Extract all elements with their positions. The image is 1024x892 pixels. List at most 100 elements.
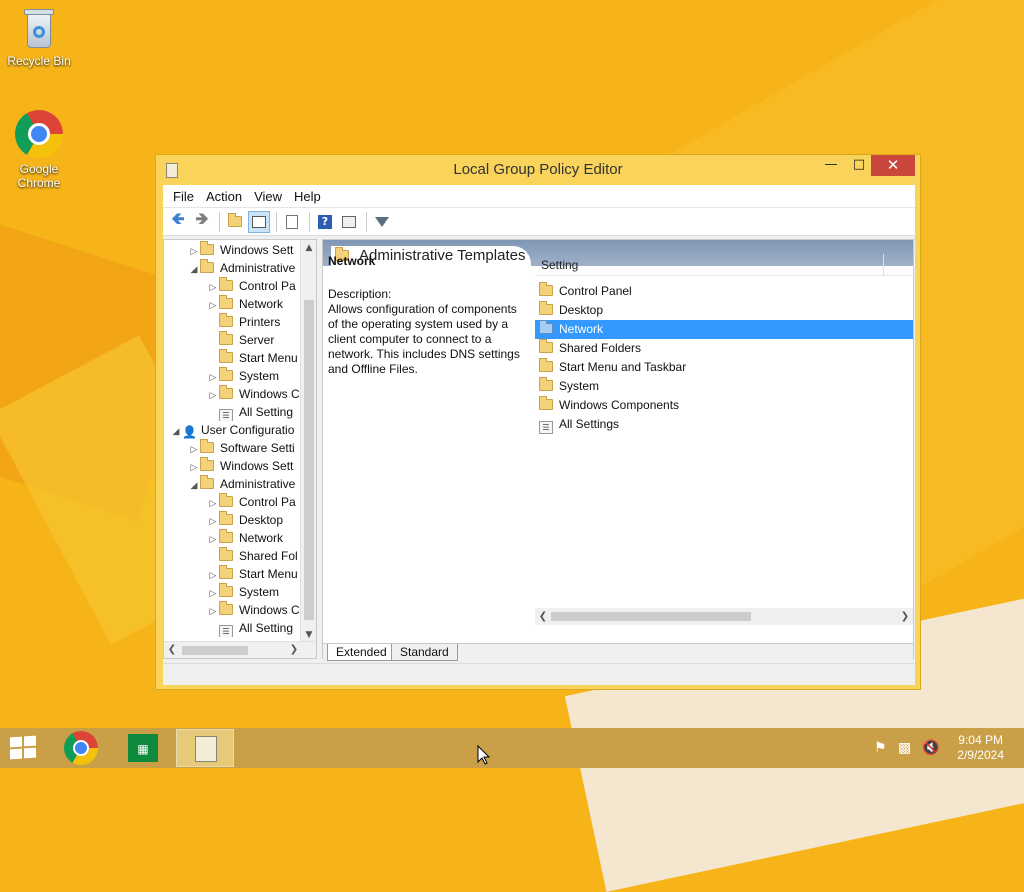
list-item-selected[interactable]: Network: [535, 320, 913, 339]
close-button[interactable]: ✕: [871, 155, 915, 176]
folder-icon: [539, 339, 553, 353]
expand-arrow-icon[interactable]: ▷: [207, 602, 219, 619]
start-button[interactable]: [10, 735, 38, 760]
help-icon[interactable]: ?: [314, 211, 336, 233]
scroll-right-icon[interactable]: ❯: [897, 608, 913, 625]
tree-item[interactable]: ◢ 👤 User Configuratio: [170, 421, 310, 439]
list-item[interactable]: Start Menu and Taskbar: [535, 358, 913, 377]
up-folder-icon[interactable]: [224, 211, 246, 233]
expand-arrow-icon[interactable]: ▷: [207, 296, 219, 313]
folder-icon: [200, 457, 214, 471]
list-item-label: Control Panel: [559, 284, 632, 298]
expand-arrow-icon[interactable]: ◢: [170, 422, 182, 439]
tree-item[interactable]: ◢ Administrative: [188, 259, 316, 277]
scroll-left-icon[interactable]: ❮: [164, 642, 180, 658]
expand-arrow-icon[interactable]: ▷: [207, 494, 219, 511]
list-item[interactable]: System: [535, 377, 913, 396]
description-text: Allows configuration of components of th…: [328, 302, 520, 376]
expand-arrow-icon[interactable]: ▷: [188, 458, 200, 475]
expand-arrow-icon[interactable]: ▷: [207, 584, 219, 601]
menu-help[interactable]: Help: [288, 189, 327, 204]
tree-item-label: System: [239, 585, 280, 599]
list-item-label: All Settings: [559, 417, 620, 431]
expand-arrow-icon[interactable]: ▷: [207, 386, 219, 403]
tree-item-label: Administrative: [220, 261, 296, 275]
export-list-icon[interactable]: [281, 211, 303, 233]
description-panel: Network Description: Allows configuratio…: [328, 254, 528, 377]
folder-icon: [539, 396, 553, 410]
scroll-left-icon[interactable]: ❮: [535, 608, 551, 625]
folder-icon: [219, 565, 233, 579]
expand-arrow-icon[interactable]: ▷: [207, 566, 219, 583]
taskbar-store-icon[interactable]: ▦: [128, 734, 158, 762]
folder-icon: [539, 282, 553, 296]
list-item[interactable]: Windows Components: [535, 396, 913, 415]
taskbar-group-policy-editor[interactable]: [176, 729, 234, 767]
folder-icon: [219, 277, 233, 291]
scroll-thumb[interactable]: [304, 300, 314, 620]
scroll-thumb[interactable]: [551, 612, 751, 621]
scroll-right-icon[interactable]: ❯: [286, 642, 302, 658]
all-settings-icon: ☰: [539, 421, 553, 434]
console-tree[interactable]: ▷ Windows Sett ◢ Administrative ▷ Control P…: [163, 239, 317, 659]
folder-icon: [219, 583, 233, 597]
window-title: Local Group Policy Editor: [453, 161, 623, 178]
expand-arrow-icon[interactable]: ▷: [207, 278, 219, 295]
settings-list[interactable]: Setting Control Panel Desktop Network Sh…: [535, 254, 913, 434]
show-hide-tree-icon[interactable]: [248, 210, 270, 233]
desktop-icon-recycle-bin[interactable]: Recycle Bin: [1, 6, 77, 68]
tree-item-label: Network: [239, 531, 284, 545]
expand-arrow-icon[interactable]: ▷: [207, 368, 219, 385]
tree-item[interactable]: ▷ Windows Sett: [188, 457, 316, 475]
expand-arrow-icon[interactable]: ▷: [207, 530, 219, 547]
menu-action[interactable]: Action: [200, 189, 248, 204]
toolbar: 🡸 🡺 ?: [163, 208, 915, 236]
details-pane: Administrative Templates Network Descrip…: [322, 239, 914, 661]
menu-file[interactable]: File: [167, 189, 200, 204]
taskbar-chrome-icon[interactable]: [64, 731, 98, 765]
minimize-button[interactable]: —: [818, 155, 844, 176]
tree-horizontal-scrollbar[interactable]: ❮ ❯: [164, 641, 316, 658]
window-client-area: File Action View Help 🡸 🡺 ? ▷ Windows Set…: [163, 185, 915, 685]
recycle-bin-icon: [21, 6, 57, 50]
expand-arrow-icon[interactable]: ▷: [207, 512, 219, 529]
list-item[interactable]: ☰ All Settings: [535, 415, 913, 434]
tree-item[interactable]: ▷ Software Setti: [188, 439, 316, 457]
expand-arrow-icon[interactable]: ▷: [188, 242, 200, 259]
expand-arrow-icon[interactable]: ◢: [188, 476, 200, 493]
tree-item[interactable]: ▷ Windows Sett: [188, 241, 316, 259]
flag-icon[interactable]: ⚑: [874, 740, 887, 756]
list-item[interactable]: Control Panel: [535, 282, 913, 301]
tree-item-label: Windows C: [239, 387, 300, 401]
tree-item[interactable]: ◢ Administrative: [188, 475, 316, 493]
filter-icon[interactable]: [371, 211, 393, 233]
list-item[interactable]: Shared Folders: [535, 339, 913, 358]
list-item-label: Windows Components: [559, 398, 680, 412]
column-header-setting[interactable]: Setting: [535, 254, 913, 276]
maximize-button[interactable]: □: [846, 155, 872, 176]
scroll-up-icon[interactable]: ▲: [301, 240, 316, 256]
forward-icon[interactable]: 🡺: [191, 209, 213, 233]
volume-muted-icon[interactable]: 🔇: [922, 740, 939, 756]
title-bar[interactable]: Local Group Policy Editor — □ ✕: [156, 155, 920, 185]
network-icon[interactable]: ▩: [898, 740, 911, 756]
desktop-icon-chrome[interactable]: Google Chrome: [1, 110, 77, 190]
back-icon[interactable]: 🡸: [167, 209, 189, 233]
folder-icon: [200, 241, 214, 255]
expand-arrow-icon[interactable]: ◢: [188, 260, 200, 277]
expand-arrow-icon[interactable]: ▷: [188, 440, 200, 457]
properties-icon[interactable]: [338, 211, 360, 233]
tree-vertical-scrollbar[interactable]: ▲ ▼: [300, 240, 316, 643]
scroll-thumb[interactable]: [182, 646, 248, 655]
list-horizontal-scrollbar[interactable]: ❮ ❯: [535, 608, 913, 625]
tab-extended[interactable]: Extended: [327, 644, 396, 661]
tree-item-label: Windows Sett: [220, 243, 294, 257]
folder-icon: [200, 475, 214, 489]
clock[interactable]: 9:04 PM 2/9/2024: [957, 733, 1004, 763]
folder-icon: [219, 385, 233, 399]
tree-item-label: Server: [239, 333, 275, 347]
menu-view[interactable]: View: [248, 189, 288, 204]
tab-standard[interactable]: Standard: [391, 644, 458, 661]
group-policy-editor-window[interactable]: Local Group Policy Editor — □ ✕ File Act…: [155, 154, 921, 690]
list-item[interactable]: Desktop: [535, 301, 913, 320]
